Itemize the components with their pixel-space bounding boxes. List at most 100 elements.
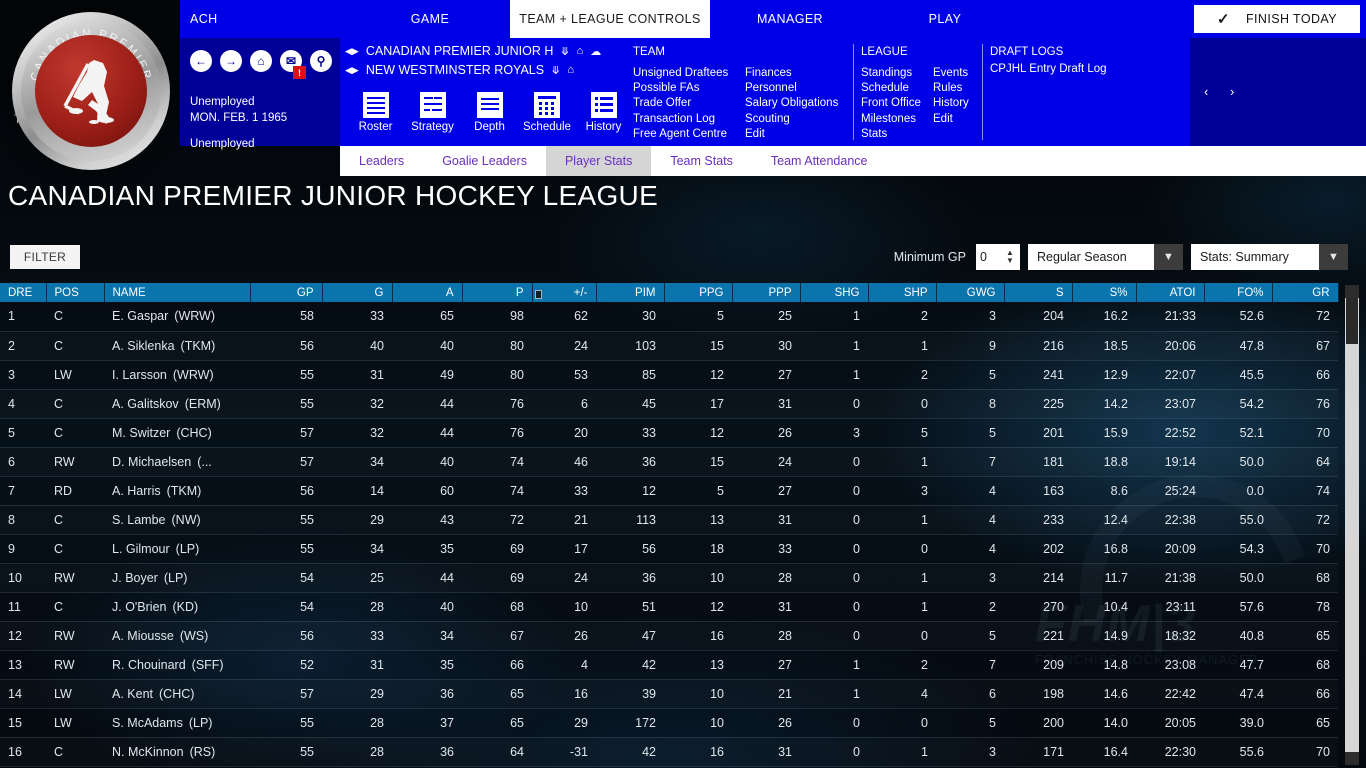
cell-name[interactable]: I. Larsson (WRW) (104, 360, 250, 390)
col-g[interactable]: G (322, 283, 393, 302)
col-pos[interactable]: POS (46, 283, 105, 302)
col-p[interactable]: P (462, 283, 541, 302)
col-pim[interactable]: PIM (596, 283, 665, 302)
table-row[interactable]: 8 C S. Lambe (NW) 55 29 43 72 21 113 13 31 0 1 4 233 12.… (0, 505, 1338, 535)
menu-item-events[interactable]: Events (933, 66, 969, 81)
stats-select[interactable]: Stats: Summary ▼ (1191, 244, 1348, 270)
home-icon[interactable]: ⌂ (250, 50, 272, 72)
menu-item-cpjhl-entry-draft-log[interactable]: CPJHL Entry Draft Log (990, 62, 1107, 77)
col-atoi[interactable]: ATOI (1136, 283, 1205, 302)
globe-icon[interactable]: ☁ (590, 45, 601, 58)
table-row[interactable]: 15 LW S. McAdams (LP) 55 28 37 65 29 172 10 26 0 0 5 20… (0, 708, 1338, 738)
scroll-up-button[interactable] (1345, 285, 1359, 298)
cell-name[interactable]: D. Michaelsen (... (104, 447, 250, 477)
chevrons-down-icon[interactable]: ⤋ (551, 64, 560, 77)
menu-item-finances[interactable]: Finances (745, 66, 838, 81)
league-selector-row[interactable]: ◀▶ CANADIAN PREMIER JUNIOR H ⤋ ⌂ ☁ (345, 44, 601, 58)
cell-name[interactable]: E. Gaspar (WRW) (104, 302, 250, 332)
menu-item-free-agent-centre[interactable]: Free Agent Centre (633, 127, 728, 142)
table-row[interactable]: 12 RW A. Miousse (WS) 56 33 34 67 26 47 16 28 0 0 5 221… (0, 621, 1338, 651)
col-fo-pct[interactable]: FO% (1204, 283, 1273, 302)
cell-name[interactable]: L. Gilmour (LP) (104, 534, 250, 564)
menu-item-salary-obligations[interactable]: Salary Obligations (745, 96, 838, 111)
col-ppp[interactable]: PPP (732, 283, 801, 302)
subtab-team-attendance[interactable]: Team Attendance (752, 146, 887, 176)
subtab-goalie-leaders[interactable]: Goalie Leaders (423, 146, 546, 176)
tab-manager[interactable]: MANAGER (710, 0, 870, 38)
league-prev-next-arrows[interactable]: ◀▶ (345, 46, 359, 57)
menu-item-transaction-log[interactable]: Transaction Log (633, 112, 728, 127)
scrollbar-thumb[interactable] (1346, 298, 1358, 344)
history-button[interactable]: History (580, 92, 627, 133)
menu-item-front-office[interactable]: Front Office (861, 96, 921, 111)
vertical-scrollbar[interactable] (1345, 285, 1359, 765)
cell-name[interactable]: A. Miousse (WS) (104, 621, 250, 651)
table-row[interactable]: 1 C E. Gaspar (WRW) 58 33 65 98 62 30 5 25 1 2 3 204 16.… (0, 302, 1338, 332)
stepper-arrows[interactable]: ▲ ▼ (1000, 244, 1020, 270)
cell-name[interactable]: S. McAdams (LP) (104, 708, 250, 738)
menu-item-unsigned-draftees[interactable]: Unsigned Draftees (633, 66, 728, 81)
subtab-player-stats[interactable]: Player Stats (545, 146, 652, 176)
search-icon[interactable]: ⚲ (310, 50, 332, 72)
back-arrow-icon[interactable]: ← (190, 50, 212, 72)
table-row[interactable]: 7 RD A. Harris (TKM) 56 14 60 74 33 12 5 27 0 3 4 163 8.… (0, 476, 1338, 506)
filter-button[interactable]: FILTER (10, 245, 80, 269)
schedule-button[interactable]: Schedule (523, 92, 571, 133)
league-logo[interactable]: CANADIAN PREMIER JUNIOR HOCKEY LEAGUE (12, 12, 170, 170)
cell-name[interactable]: M. Switzer (CHC) (104, 418, 250, 448)
chevron-down-icon[interactable]: ▼ (1319, 244, 1348, 270)
table-row[interactable]: 3 LW I. Larsson (WRW) 55 31 49 80 53 85 12 27 1 2 5 241… (0, 360, 1338, 390)
table-row[interactable]: 9 C L. Gilmour (LP) 55 34 35 69 17 56 18 33 0 0 4 202 16… (0, 534, 1338, 564)
chevrons-down-icon[interactable]: ⤋ (560, 45, 569, 58)
menu-item-personnel[interactable]: Personnel (745, 81, 838, 96)
table-row[interactable]: 10 RW J. Boyer (LP) 54 25 44 69 24 36 10 28 0 1 3 214 11… (0, 563, 1338, 593)
table-row[interactable]: 14 LW A. Kent (CHC) 57 29 36 65 16 39 10 21 1 4 6 198 14… (0, 679, 1338, 709)
col-gwg[interactable]: GWG (936, 283, 1005, 302)
subtab-leaders[interactable]: Leaders (340, 146, 423, 176)
tab-team-league-controls[interactable]: TEAM + LEAGUE CONTROLS (510, 0, 710, 38)
cell-name[interactable]: J. O'Brien (KD) (104, 592, 250, 622)
forward-arrow-icon[interactable]: → (220, 50, 242, 72)
menu-item-scouting[interactable]: Scouting (745, 112, 838, 127)
chevron-right-icon[interactable]: › (1230, 84, 1234, 99)
minimum-gp-input[interactable] (976, 244, 1000, 270)
table-row[interactable]: 5 C M. Switzer (CHC) 57 32 44 76 20 33 12 26 3 5 5 201 1… (0, 418, 1338, 448)
cell-name[interactable]: S. Lambe (NW) (104, 505, 250, 535)
col-a[interactable]: A (392, 283, 463, 302)
finish-today-button[interactable]: ✓ FINISH TODAY (1194, 5, 1360, 33)
minimum-gp-stepper[interactable]: ▲▼ (976, 244, 1020, 270)
table-row[interactable]: 11 C J. O'Brien (KD) 54 28 40 68 10 51 12 31 0 1 2 270 1… (0, 592, 1338, 622)
menu-item-team-edit[interactable]: Edit (745, 127, 838, 142)
menu-item-league-edit[interactable]: Edit (933, 112, 969, 127)
cell-name[interactable]: J. Boyer (LP) (104, 563, 250, 593)
cell-name[interactable]: A. Kent (CHC) (104, 679, 250, 709)
col-ppg[interactable]: PPG (664, 283, 733, 302)
table-row[interactable]: 2 C A. Siklenka (TKM) 56 40 40 80 24 103 15 30 1 1 9 21… (0, 331, 1338, 361)
tab-play[interactable]: PLAY (870, 0, 1020, 38)
tab-game[interactable]: GAME (350, 0, 510, 38)
menu-item-standings[interactable]: Standings (861, 66, 921, 81)
chevron-down-icon[interactable]: ▼ (1154, 244, 1183, 270)
menu-item-trade-offer[interactable]: Trade Offer (633, 96, 728, 111)
subtab-team-stats[interactable]: Team Stats (651, 146, 752, 176)
col-plus-minus[interactable]: +/- (532, 283, 597, 302)
col-shp[interactable]: SHP (868, 283, 937, 302)
menu-item-rules[interactable]: Rules (933, 81, 969, 96)
team-selector-row[interactable]: ◀▶ NEW WESTMINSTER ROYALS ⤋ ⌂ (345, 63, 574, 77)
col-s[interactable]: S (1004, 283, 1073, 302)
roster-button[interactable]: Roster (352, 92, 399, 133)
home-icon[interactable]: ⌂ (577, 45, 584, 57)
depth-button[interactable]: Depth (466, 92, 513, 133)
cell-name[interactable]: A. Harris (TKM) (104, 476, 250, 506)
table-row[interactable]: 6 RW D. Michaelsen (... 57 34 40 74 46 36 15 24 0 1 7 1… (0, 447, 1338, 477)
cell-name[interactable]: A. Siklenka (TKM) (104, 331, 250, 361)
team-prev-next-arrows[interactable]: ◀▶ (345, 65, 359, 76)
menu-item-history[interactable]: History (933, 96, 969, 111)
menu-item-milestones[interactable]: Milestones (861, 112, 921, 127)
col-s-pct[interactable]: S% (1072, 283, 1137, 302)
table-row[interactable]: 16 C N. McKinnon (RS) 55 28 36 64 -31 42 16 31 0 1 3 17… (0, 737, 1338, 767)
menu-item-schedule[interactable]: Schedule (861, 81, 921, 96)
tab-ach[interactable]: ACH (180, 0, 350, 38)
table-row[interactable]: 4 C A. Galitskov (ERM) 55 32 44 76 6 45 17 31 0 0 8 225… (0, 389, 1338, 419)
col-gp[interactable]: GP (250, 283, 323, 302)
